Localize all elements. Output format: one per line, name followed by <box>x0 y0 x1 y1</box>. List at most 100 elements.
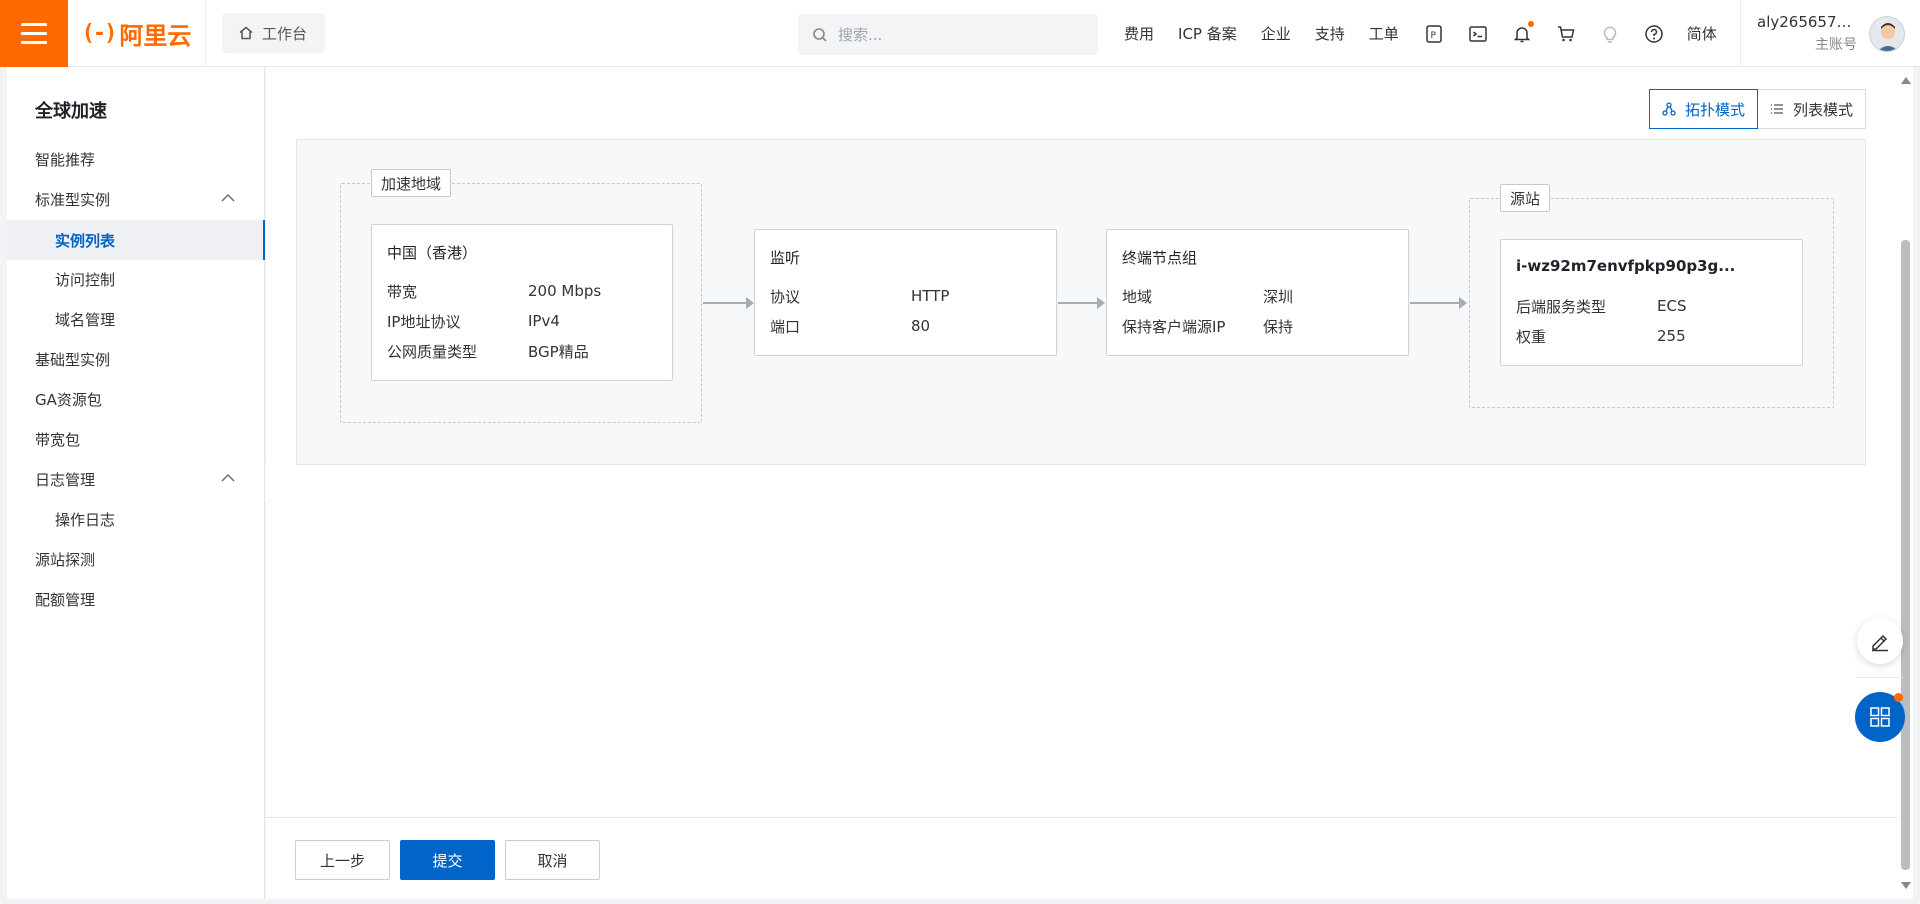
listener-port-row: 端口 80 <box>770 317 931 336</box>
nav-link-support[interactable]: 支持 <box>1315 23 1345 44</box>
workbench-label: 工作台 <box>262 24 308 43</box>
nav-link-enterprise[interactable]: 企业 <box>1261 23 1291 44</box>
region-card-title: 中国（香港） <box>387 244 478 260</box>
origin-card[interactable]: i-wz92m7envfpkp90p3g... 后端服务类型 ECS 权重 255 <box>1500 239 1803 366</box>
list-mode-label: 列表模式 <box>1792 100 1853 119</box>
origin-card-title: i-wz92m7envfpkp90p3g... <box>1516 257 1736 275</box>
workbench-button[interactable]: 工作台 <box>222 13 326 53</box>
sidebar-item-log-management[interactable]: 日志管理 <box>7 460 265 498</box>
topology-mode-label: 拓扑模式 <box>1684 100 1745 119</box>
form-footer: 上一步 提交 取消 <box>266 817 1898 899</box>
chevron-up-icon <box>221 194 235 202</box>
sidebar-item-smart-recommend[interactable]: 智能推荐 <box>7 140 265 178</box>
endpoint-region-row: 地域 深圳 <box>1122 287 1294 306</box>
chevron-up-icon <box>221 474 235 482</box>
sidebar-item-label: 配额管理 <box>35 590 96 609</box>
endpoint-group-card[interactable]: 终端节点组 地域 深圳 保持客户端源IP 保持 <box>1106 229 1409 356</box>
sidebar-item-label: GA资源包 <box>35 390 102 409</box>
sidebar-item-operation-log[interactable]: 操作日志 <box>7 500 265 538</box>
topology-mode-button[interactable]: 拓扑模式 <box>1648 89 1758 129</box>
connector-arrow <box>1058 297 1105 309</box>
search-input[interactable] <box>838 25 1078 44</box>
home-icon <box>239 26 253 40</box>
list-mode-button[interactable]: 列表模式 <box>1756 89 1866 129</box>
notification-dot <box>1527 20 1534 27</box>
sidebar-item-label: 标准型实例 <box>35 190 111 209</box>
account-type: 主账号 <box>1815 37 1857 53</box>
list-icon <box>1770 104 1783 114</box>
apps-button[interactable] <box>1855 692 1905 742</box>
region-bandwidth-row: 带宽 200 Mbps <box>387 282 602 301</box>
sidebar-item-label: 实例列表 <box>55 231 116 250</box>
listener-protocol-row: 协议 HTTP <box>770 287 950 306</box>
sidebar-item-domain-management[interactable]: 域名管理 <box>7 300 265 338</box>
sidebar-item-label: 基础型实例 <box>35 350 111 369</box>
logo-text: 阿里云 <box>119 21 192 50</box>
scroll-up-arrow-icon[interactable] <box>1901 77 1911 84</box>
main-content: 拓扑模式 列表模式 加速地域 中国（香港） 带宽 200 Mbps IP地址协议 I… <box>266 67 1898 899</box>
connector-arrow <box>1410 297 1467 309</box>
sidebar-item-label: 域名管理 <box>55 310 116 329</box>
scroll-down-arrow-icon[interactable] <box>1901 882 1911 889</box>
connector-arrow <box>703 297 754 309</box>
acceleration-region-label: 加速地域 <box>371 169 452 197</box>
menu-icon[interactable] <box>0 0 68 67</box>
nav-link-fees[interactable]: 费用 <box>1124 23 1154 44</box>
user-name: aly2656577... <box>1757 13 1857 31</box>
terminal-icon[interactable] <box>1467 23 1489 45</box>
sidebar-item-label: 智能推荐 <box>35 150 96 169</box>
sidebar-item-label: 日志管理 <box>35 470 96 489</box>
float-divider <box>1857 677 1903 678</box>
sidebar-item-bandwidth-package[interactable]: 带宽包 <box>7 420 265 458</box>
bell-icon[interactable] <box>1511 20 1534 45</box>
topology-diagram: 加速地域 中国（香港） 带宽 200 Mbps IP地址协议 IPv4 公网质量类型… <box>296 139 1866 465</box>
region-card[interactable]: 中国（香港） 带宽 200 Mbps IP地址协议 IPv4 公网质量类型 BGP精品 <box>371 224 673 381</box>
sidebar-item-access-control[interactable]: 访问控制 <box>7 260 265 298</box>
scroll-thumb[interactable] <box>1901 240 1910 870</box>
sidebar-item-label: 带宽包 <box>35 430 81 449</box>
edit-icon <box>1872 634 1888 652</box>
aliyun-logo[interactable]: (-) 阿里云 <box>68 0 206 67</box>
svg-text:P: P <box>1430 31 1436 41</box>
language-switch[interactable]: 简体 <box>1687 23 1717 44</box>
previous-step-button[interactable]: 上一步 <box>295 840 390 880</box>
sidebar-item-ga-package[interactable]: GA资源包 <box>7 380 265 418</box>
region-ip-protocol-row: IP地址协议 IPv4 <box>387 312 560 331</box>
search-box[interactable] <box>798 14 1098 55</box>
sidebar-item-label: 操作日志 <box>55 510 116 529</box>
api-icon[interactable]: P <box>1423 23 1445 45</box>
origin-backend-type-row: 后端服务类型 ECS <box>1516 297 1687 316</box>
cart-icon[interactable] <box>1555 23 1577 45</box>
top-nav-links: 费用 ICP 备案 企业 支持 工单 P 简体 <box>1124 0 1741 67</box>
sidebar-item-label: 访问控制 <box>55 270 116 289</box>
page-scrollbar[interactable] <box>1898 67 1913 899</box>
bulb-icon[interactable] <box>1599 23 1621 45</box>
submit-button[interactable]: 提交 <box>400 840 495 880</box>
sidebar-item-basic-instance[interactable]: 基础型实例 <box>7 340 265 378</box>
help-icon[interactable] <box>1643 23 1665 45</box>
sidebar: 全球加速 智能推荐 标准型实例 实例列表 访问控制 域名管理 基础型实例 GA资… <box>7 67 265 899</box>
sidebar-title: 全球加速 <box>35 101 107 122</box>
sidebar-item-origin-probe[interactable]: 源站探测 <box>7 540 265 578</box>
user-menu[interactable]: aly2656577... 主账号 <box>1740 0 1905 67</box>
sidebar-item-standard-instance[interactable]: 标准型实例 <box>7 180 265 218</box>
avatar[interactable] <box>1869 15 1905 52</box>
apps-notification-dot <box>1894 693 1903 702</box>
logo-mark-icon: (-) <box>81 20 118 46</box>
listener-card-title: 监听 <box>770 249 801 265</box>
sidebar-item-instance-list[interactable]: 实例列表 <box>7 220 265 260</box>
sidebar-item-quota-management[interactable]: 配额管理 <box>7 580 265 618</box>
nav-link-ticket[interactable]: 工单 <box>1369 23 1399 44</box>
feedback-edit-button[interactable] <box>1857 618 1903 664</box>
origin-weight-row: 权重 255 <box>1516 327 1686 346</box>
region-network-quality-row: 公网质量类型 BGP精品 <box>387 342 589 361</box>
sidebar-item-label: 源站探测 <box>35 550 96 569</box>
origin-group-label: 源站 <box>1500 184 1551 212</box>
endpoint-group-card-title: 终端节点组 <box>1122 249 1198 265</box>
search-icon <box>813 27 827 42</box>
nav-link-icp[interactable]: ICP 备案 <box>1178 23 1237 44</box>
apps-icon <box>1870 707 1890 727</box>
cancel-button[interactable]: 取消 <box>505 840 600 880</box>
listener-card[interactable]: 监听 协议 HTTP 端口 80 <box>754 229 1057 356</box>
topology-icon <box>1662 102 1676 116</box>
